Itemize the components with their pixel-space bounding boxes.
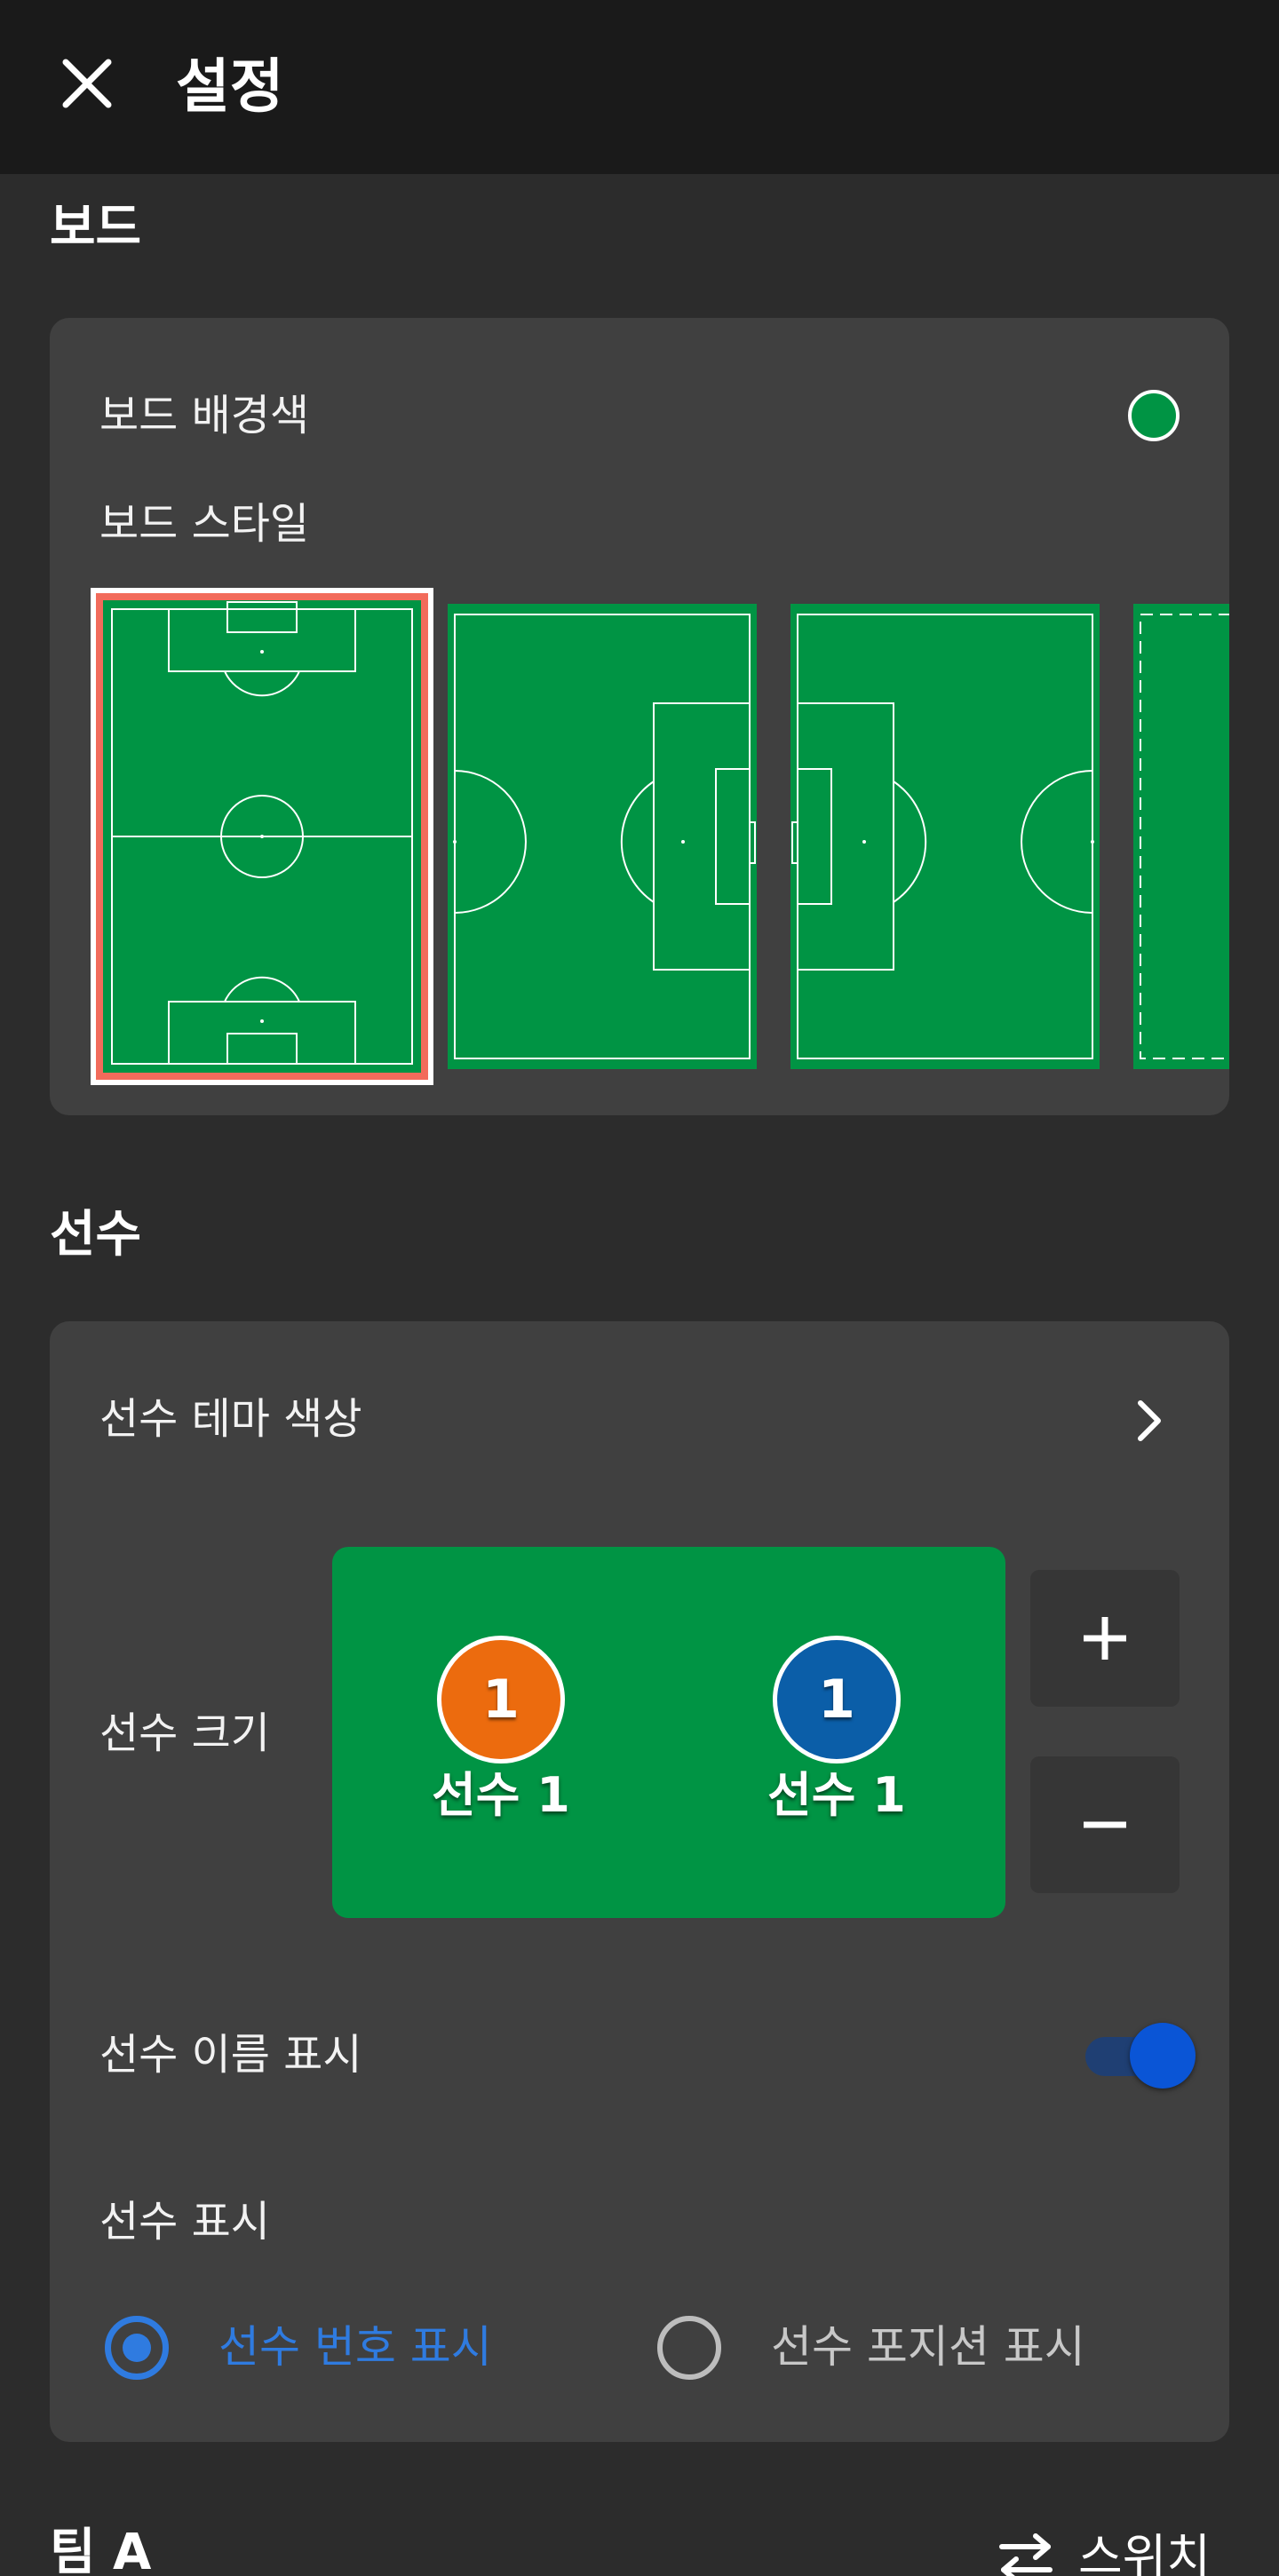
minus-icon (1084, 1821, 1126, 1828)
app-bar: 설정 (0, 0, 1279, 174)
board-style-option-horizontal-left[interactable] (790, 604, 1100, 1069)
players-section-title: 선수 (50, 1206, 142, 1264)
player-size-preview: 1 선수 1 1 선수 1 (332, 1547, 1005, 1918)
player-display-label: 선수 표시 (99, 2197, 270, 2247)
board-section-title: 보드 (50, 199, 142, 257)
increase-size-button[interactable] (1030, 1570, 1180, 1707)
close-button[interactable] (50, 46, 124, 121)
player-name-orange: 선수 1 (432, 1767, 570, 1823)
board-style-label: 보드 스타일 (99, 499, 310, 549)
player-token-blue: 1 (773, 1636, 901, 1764)
close-icon (62, 59, 112, 108)
player-settings-card: 선수 테마 색상 선수 크기 1 선수 1 1 선수 1 선수 이름 표시 선수… (50, 1321, 1229, 2442)
radio-show-number[interactable] (105, 2316, 169, 2380)
player-name-blue: 선수 1 (767, 1767, 906, 1823)
player-token-orange: 1 (437, 1636, 565, 1764)
player-theme-color-row[interactable]: 선수 테마 색상 (50, 1375, 1229, 1472)
show-player-name-toggle[interactable] (1085, 2023, 1196, 2089)
team-a-section-title: 팀 A (50, 2524, 152, 2576)
radio-show-position-label[interactable]: 선수 포지션 표시 (771, 2319, 1085, 2374)
chevron-right-icon (1123, 1394, 1176, 1447)
radio-show-number-label[interactable]: 선수 번호 표시 (218, 2319, 492, 2374)
swap-button[interactable]: 스위치 (995, 2522, 1211, 2576)
board-bg-color-swatch[interactable] (1128, 390, 1180, 441)
swap-icon (999, 2533, 1053, 2576)
decrease-size-button[interactable] (1030, 1756, 1180, 1893)
page-title: 설정 (176, 52, 284, 121)
board-settings-card: 보드 배경색 보드 스타일 (50, 318, 1229, 1115)
board-style-option-vertical[interactable] (91, 588, 433, 1085)
toggle-thumb (1130, 2023, 1196, 2089)
player-size-label: 선수 크기 (99, 1708, 270, 1758)
plus-icon (1084, 1617, 1126, 1660)
pitch-vertical (103, 600, 421, 1073)
player-theme-color-label: 선수 테마 색상 (99, 1394, 362, 1444)
radio-show-position[interactable] (657, 2316, 721, 2380)
board-bg-color-label: 보드 배경색 (99, 391, 310, 440)
board-style-option-horizontal-right[interactable] (448, 604, 757, 1069)
board-style-option-dashed[interactable] (1133, 604, 1229, 1069)
swap-label: 스위치 (1078, 2529, 1211, 2576)
board-bg-color-row[interactable]: 보드 배경색 (50, 371, 1229, 460)
show-player-name-label: 선수 이름 표시 (99, 2030, 362, 2080)
